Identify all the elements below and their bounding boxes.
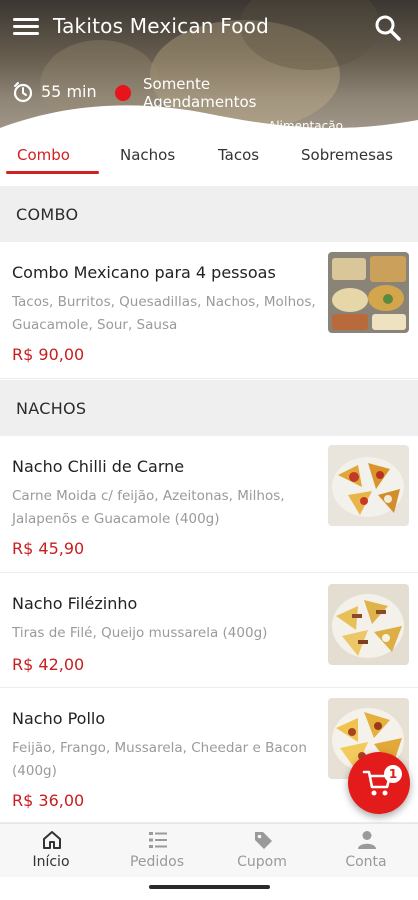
- active-tab-indicator: [6, 171, 99, 174]
- nav-conta[interactable]: Conta: [314, 824, 418, 878]
- search-icon[interactable]: [374, 14, 402, 42]
- item-price: R$ 45,90: [12, 539, 85, 558]
- item-description: Tacos, Burritos, Quesadillas, Nachos, Mo…: [12, 294, 316, 333]
- delivery-time: 55 min: [41, 82, 97, 101]
- menu-item[interactable]: Nacho Filézinho Tiras de Filé, Queijo mu…: [0, 574, 418, 688]
- system-home-indicator: [149, 885, 270, 889]
- item-price: R$ 90,00: [12, 345, 85, 364]
- store-title: Takitos Mexican Food: [53, 14, 270, 38]
- store-status: Somente Agendamentos: [143, 75, 257, 111]
- nav-label: Início: [32, 854, 70, 870]
- tab-sobremesas[interactable]: Sobremesas: [301, 146, 393, 164]
- item-description: Tiras de Filé, Queijo mussarela (400g): [12, 625, 268, 641]
- section-header-nachos: NACHOS: [0, 380, 418, 436]
- hamburger-menu-icon[interactable]: [12, 15, 40, 39]
- cart-count-badge: 1: [384, 765, 402, 783]
- item-photo: [328, 584, 409, 665]
- category-tabs: Combo Nachos Tacos Sobremesas: [0, 140, 418, 176]
- item-name: Nacho Filézinho: [12, 594, 138, 613]
- item-description: Carne Moida c/ feijão, Azeitonas, Milhos…: [12, 488, 285, 527]
- tab-nachos[interactable]: Nachos: [120, 146, 175, 164]
- item-name: Nacho Chilli de Carne: [12, 457, 185, 476]
- orders-list-icon: [149, 832, 167, 848]
- tab-tacos[interactable]: Tacos: [218, 146, 259, 164]
- section-title: NACHOS: [16, 399, 87, 418]
- tab-combo[interactable]: Combo: [17, 146, 70, 164]
- nav-inicio[interactable]: Início: [0, 824, 104, 878]
- top-app-bar: Takitos Mexican Food: [0, 0, 418, 56]
- section-title: COMBO: [16, 205, 79, 224]
- nav-pedidos[interactable]: Pedidos: [105, 824, 209, 878]
- menu-item[interactable]: Nacho Chilli de Carne Carne Moida c/ fei…: [0, 436, 418, 573]
- bottom-navigation: Início Pedidos Cupom Conta: [0, 823, 418, 877]
- nav-cupom[interactable]: Cupom: [210, 824, 314, 878]
- timer-icon: [13, 82, 33, 103]
- item-photo: [328, 252, 409, 333]
- home-icon: [43, 831, 61, 849]
- item-description: Feijão, Frango, Mussarela, Cheedar e Bac…: [12, 740, 307, 779]
- store-category: Alimentação: [268, 119, 343, 133]
- account-icon: [358, 831, 376, 849]
- nav-label: Pedidos: [129, 854, 185, 870]
- nav-label: Cupom: [237, 854, 287, 870]
- status-indicator-dot: [115, 85, 131, 101]
- store-info: 55 min Somente Agendamentos: [0, 72, 418, 116]
- item-photo: [328, 445, 409, 526]
- item-price: R$ 36,00: [12, 791, 85, 810]
- nav-label: Conta: [345, 854, 387, 870]
- cart-button[interactable]: 1: [348, 752, 410, 814]
- section-header-combo: COMBO: [0, 186, 418, 242]
- coupon-tag-icon: [255, 832, 272, 849]
- menu-item[interactable]: Combo Mexicano para 4 pessoas Tacos, Bur…: [0, 242, 418, 379]
- item-price: R$ 42,00: [12, 655, 85, 674]
- item-name: Nacho Pollo: [12, 709, 106, 728]
- item-name: Combo Mexicano para 4 pessoas: [12, 263, 276, 282]
